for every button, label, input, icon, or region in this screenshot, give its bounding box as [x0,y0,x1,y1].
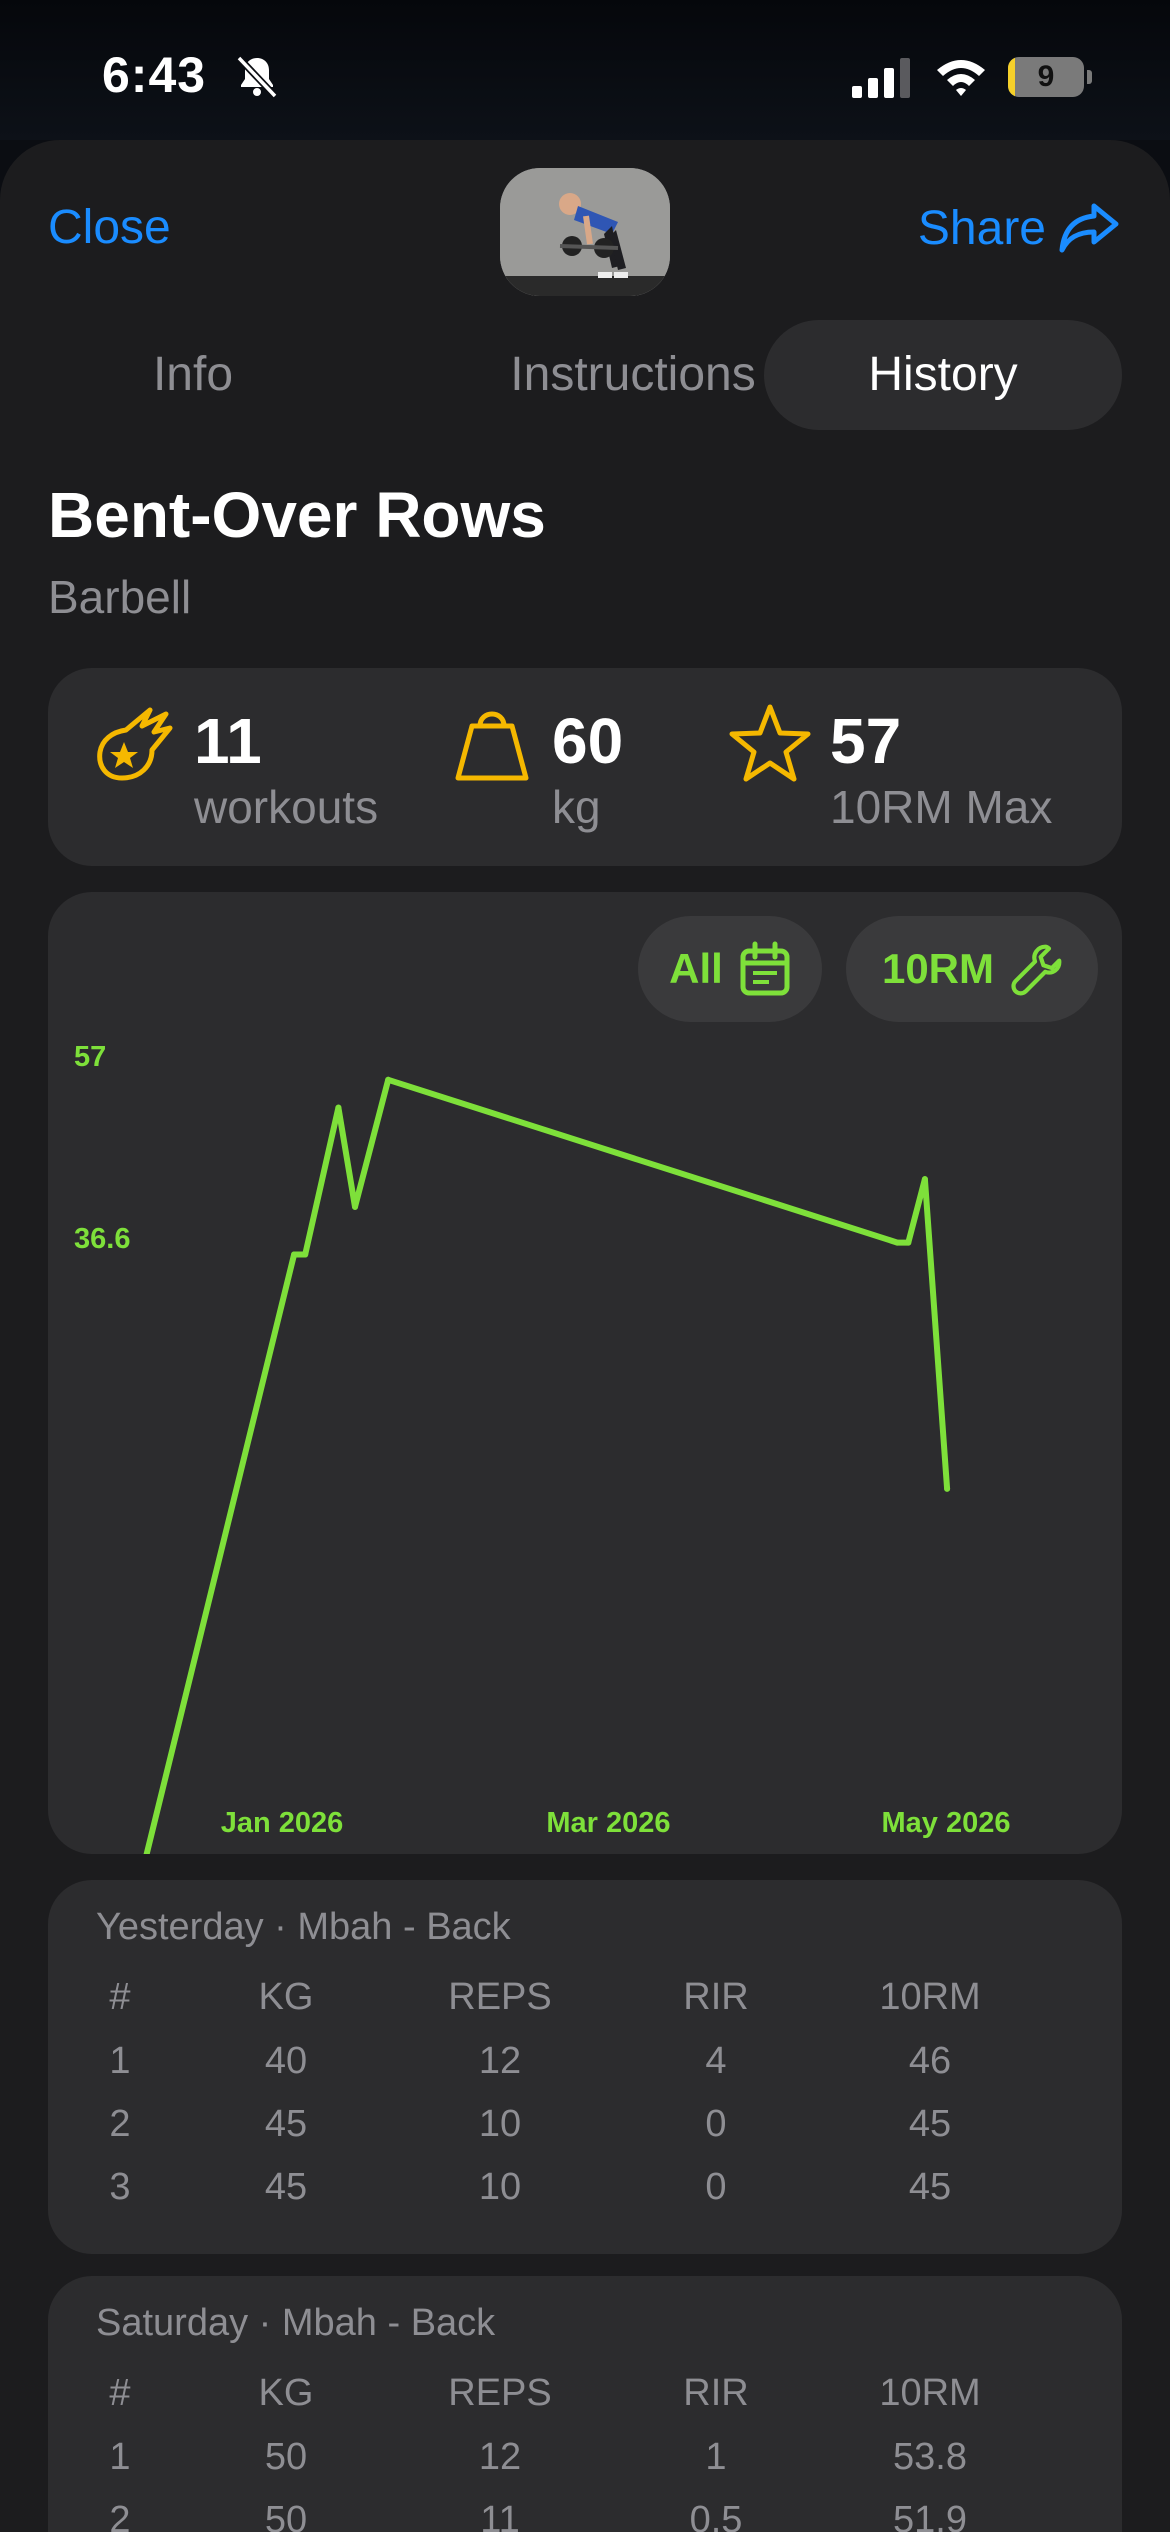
progress-chart-card: 57 36.6 Jan 2026 Mar 2026 May 2026 All 10RM [48,892,1122,1854]
weight-icon [455,711,529,781]
data-point [894,1239,901,1246]
table-header-cell: RIR [683,1976,749,2018]
data-point [302,1251,309,1258]
table-header-cell: 10RM [879,1976,981,2018]
table-cell: 45 [908,2166,952,2208]
table-header-cell: 10RM [879,2372,981,2414]
meteor-star-icon [97,707,173,781]
bell-slash-icon [236,55,278,99]
status-time: 6:43 [102,47,207,103]
status-bar: 6:43 9 [0,0,1170,140]
calendar-icon [740,941,790,996]
table-cell: 45 [264,2166,308,2208]
table-cell: 4 [705,2040,727,2082]
session-header: Saturday · Mbah - Back [96,2302,496,2344]
metric-filter-button[interactable]: 10RM [846,916,1098,1022]
table-header-cell: REPS [448,2372,552,2414]
table-header-cell: RIR [683,2372,749,2414]
session-card[interactable]: Saturday · Mbah - Back # KG REPS RIR 10RM 1 50 1… [48,2276,1122,2532]
series-line [143,1076,951,1854]
range-filter-button[interactable]: All [638,916,822,1022]
y-tick-label: 57 [74,1041,106,1073]
exercise-thumbnail[interactable] [500,168,670,296]
table-cell: 40 [264,2040,308,2082]
wrench-icon [1011,944,1062,996]
x-tick-label: Mar 2026 [546,1807,670,1839]
table-cell: 0 [705,2166,727,2208]
stat-max-value: 57 [830,705,902,777]
table-header-cell: KG [258,2372,314,2414]
table-cell: 50 [264,2436,308,2478]
share-arrow-icon [1059,203,1119,253]
star-icon [729,704,811,782]
progress-chart: 57 36.6 Jan 2026 Mar 2026 May 2026 [74,1041,1011,1854]
table-cell: 10 [478,2166,522,2208]
data-point [335,1104,342,1111]
exercise-equipment: Barbell [48,571,192,623]
share-label: Share [917,201,1046,255]
signal-icon [852,58,910,98]
exercise-sheet: Close Share Info Instructions History Be… [0,140,1170,2532]
table-cell: 45 [908,2103,952,2145]
metric-filter-label: 10RM [881,945,995,992]
table-cell: 1 [705,2436,727,2478]
table-cell: 12 [478,2040,522,2082]
battery-percent: 9 [1037,60,1055,93]
table-cell: 45 [264,2103,308,2145]
table-cell: 12 [478,2436,522,2478]
table-cell: 0.5 [689,2499,743,2532]
stat-weight-label: kg [552,781,601,833]
data-point [291,1251,298,1258]
table-header-cell: KG [258,1976,314,2018]
wifi-icon [937,60,985,96]
stats-card: 11 workouts 60 kg 57 10RM Max [48,668,1122,866]
segmented-tabs: Info Instructions History [48,320,1122,430]
data-point [905,1239,912,1246]
share-button[interactable]: Share [918,200,1120,256]
table-header-cell: REPS [448,1976,552,2018]
range-filter-label: All [669,945,723,992]
stat-workouts-label: workouts [194,781,379,833]
stat-max-label: 10RM Max [830,781,1053,833]
table-cell: 53.8 [893,2436,967,2478]
table-cell: 0 [705,2103,727,2145]
battery-indicator: 9 [1008,57,1092,97]
tab-history[interactable]: History [764,320,1122,430]
x-tick-label: Jan 2026 [221,1807,344,1839]
stat-workouts-value: 11 [194,705,262,777]
exercise-title: Bent-Over Rows [48,479,546,551]
table-cell: 50 [264,2499,308,2532]
session-card[interactable]: Yesterday · Mbah - Back # KG REPS RIR 10RM 1 40… [48,1880,1122,2254]
session-header: Yesterday · Mbah - Back [96,1906,511,1948]
data-point [944,1485,951,1492]
data-point [921,1176,928,1183]
table-cell: 46 [908,2040,952,2082]
table-cell: 51.9 [893,2499,967,2532]
x-tick-label: May 2026 [882,1807,1011,1839]
table-cell: 11 [480,2499,520,2532]
table-cell: 10 [478,2103,522,2145]
data-point [385,1076,392,1083]
tab-info[interactable]: Info [48,320,338,430]
stat-weight-value: 60 [552,705,624,777]
close-button[interactable]: Close [48,200,171,255]
data-point [352,1203,358,1210]
y-tick-label: 36.6 [74,1223,130,1255]
